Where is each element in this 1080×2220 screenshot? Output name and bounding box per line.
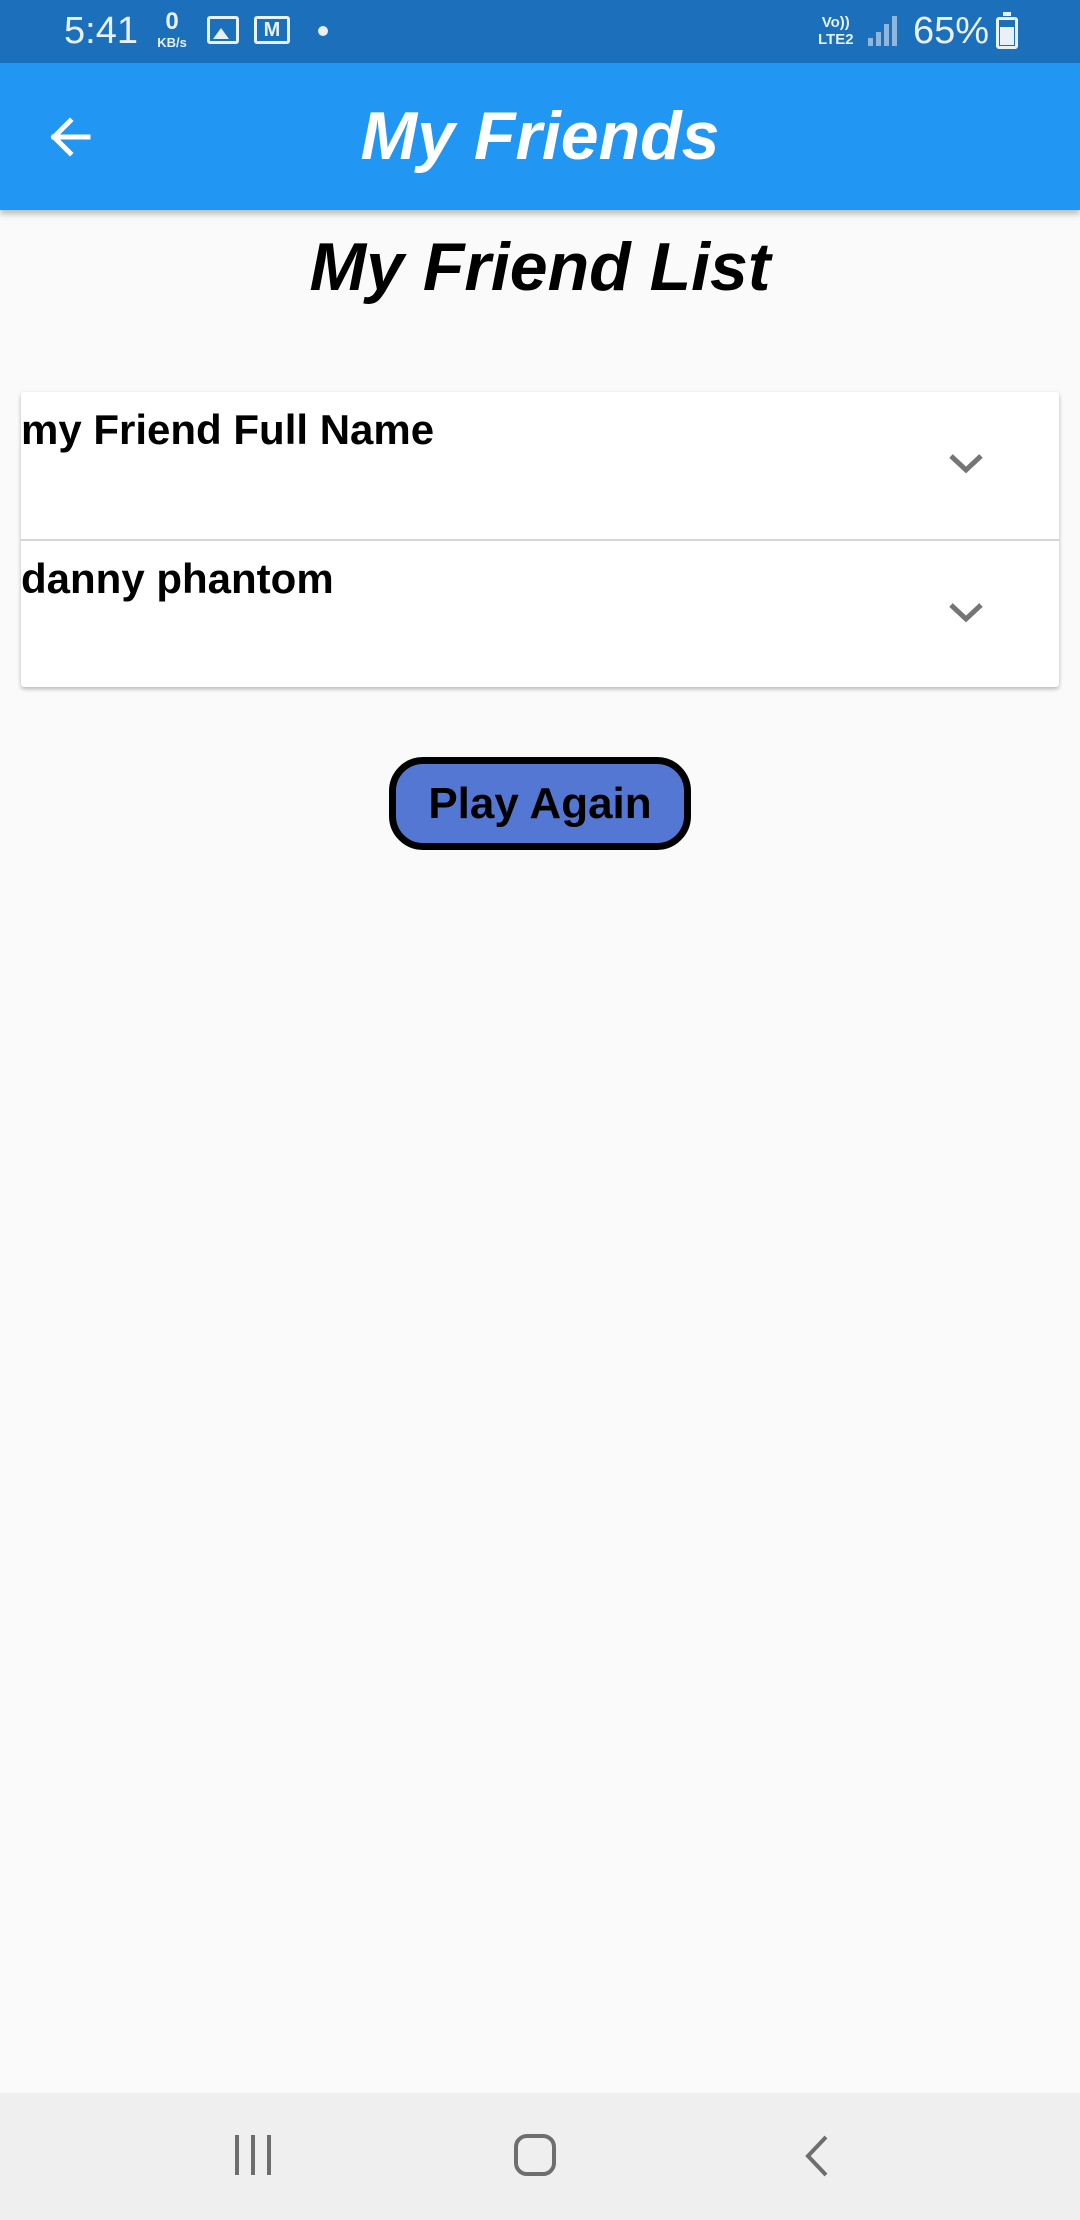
friend-list-item[interactable]: my Friend Full Name bbox=[21, 392, 1059, 539]
status-time: 5:41 bbox=[64, 10, 138, 52]
volte-indicator: Vo)) LTE2 bbox=[818, 14, 854, 48]
battery-charging-icon bbox=[996, 12, 1018, 49]
battery-percentage: 65% bbox=[913, 10, 990, 52]
chevron-down-icon[interactable] bbox=[943, 595, 989, 629]
status-bar: 5:41 0 KB/s M Vo)) LTE2 65% bbox=[0, 0, 1080, 63]
signal-strength-icon bbox=[868, 16, 898, 46]
app-bar: My Friends bbox=[0, 63, 1080, 210]
friend-list: my Friend Full Name danny phantom bbox=[21, 392, 1059, 687]
gallery-notification-icon bbox=[207, 16, 239, 44]
back-icon[interactable] bbox=[798, 2133, 834, 2179]
page-title: My Friend List bbox=[309, 229, 771, 305]
recent-apps-icon[interactable] bbox=[233, 2135, 273, 2175]
mail-notification-icon: M bbox=[254, 16, 290, 44]
friend-list-item[interactable]: danny phantom bbox=[21, 539, 1059, 686]
screen: 5:41 0 KB/s M Vo)) LTE2 65% My Friends M… bbox=[0, 0, 1080, 2220]
friend-name: my Friend Full Name bbox=[21, 406, 435, 453]
lte-label: LTE2 bbox=[818, 31, 854, 48]
app-bar-title: My Friends bbox=[360, 98, 720, 174]
friend-name: danny phantom bbox=[21, 555, 334, 602]
network-speed-indicator: 0 KB/s bbox=[152, 8, 192, 50]
chevron-down-icon[interactable] bbox=[943, 446, 989, 480]
network-speed-value: 0 bbox=[165, 8, 179, 35]
play-again-button[interactable]: Play Again bbox=[389, 757, 691, 850]
home-icon[interactable] bbox=[514, 2134, 556, 2176]
system-nav-bar bbox=[0, 2093, 1080, 2220]
more-notifications-dot-icon bbox=[318, 26, 328, 36]
volte-label: Vo)) bbox=[821, 14, 850, 31]
network-speed-unit: KB/s bbox=[157, 35, 187, 50]
